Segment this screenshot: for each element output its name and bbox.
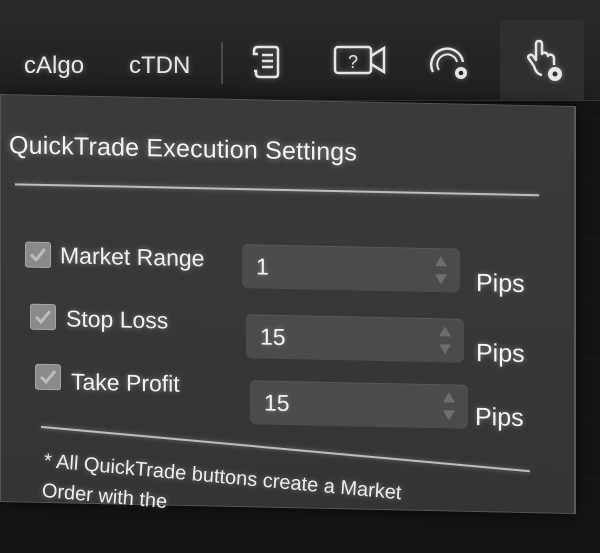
stop-loss-label: Stop Loss [66, 305, 169, 334]
stop-loss-value[interactable]: 15 [260, 323, 286, 351]
increment-arrow-icon[interactable] [442, 391, 456, 403]
market-range-value[interactable]: 1 [256, 253, 269, 280]
take-profit-unit: Pips [475, 402, 524, 432]
checkmark-icon [29, 247, 47, 262]
footnote-text: * All QuickTrade buttons create a Market… [41, 446, 564, 553]
take-profit-value[interactable]: 15 [264, 390, 290, 418]
hand-settings-icon[interactable] [500, 20, 584, 100]
toolbar-separator [221, 42, 223, 84]
take-profit-label: Take Profit [71, 368, 180, 397]
increment-arrow-icon[interactable] [438, 325, 452, 337]
increment-arrow-icon[interactable] [434, 255, 448, 267]
take-profit-stepper[interactable]: 15 [250, 380, 468, 429]
video-help-icon[interactable]: ? [330, 36, 390, 84]
stop-loss-row: Stop Loss 15 Pips [21, 295, 541, 368]
top-toolbar: cAlgo cTDN ? [0, 0, 600, 101]
market-range-checkbox[interactable] [25, 241, 51, 269]
decrement-arrow-icon[interactable] [442, 409, 456, 421]
calgo-link[interactable]: cAlgo [24, 52, 84, 80]
checkmark-icon [39, 370, 57, 385]
ctdn-link[interactable]: cTDN [129, 52, 190, 80]
quicktrade-settings-panel: QuickTrade Execution Settings Market Ran… [0, 94, 576, 515]
checkmark-icon [34, 310, 52, 325]
stop-loss-checkbox[interactable] [30, 303, 56, 331]
document-scroll-icon[interactable] [242, 38, 290, 86]
take-profit-row: Take Profit 15 Pips [21, 353, 541, 432]
panel-title: QuickTrade Execution Settings [9, 131, 358, 167]
gauge-settings-icon[interactable] [425, 38, 473, 86]
market-range-row: Market Range 1 Pips [21, 237, 541, 298]
svg-text:?: ? [348, 52, 358, 72]
market-range-unit: Pips [476, 268, 525, 298]
take-profit-checkbox[interactable] [35, 363, 61, 391]
title-divider [15, 183, 539, 197]
decrement-arrow-icon[interactable] [438, 343, 452, 355]
stop-loss-stepper[interactable]: 15 [246, 314, 464, 363]
market-range-label: Market Range [60, 242, 205, 272]
decrement-arrow-icon[interactable] [434, 273, 448, 285]
market-range-stepper[interactable]: 1 [242, 244, 460, 293]
